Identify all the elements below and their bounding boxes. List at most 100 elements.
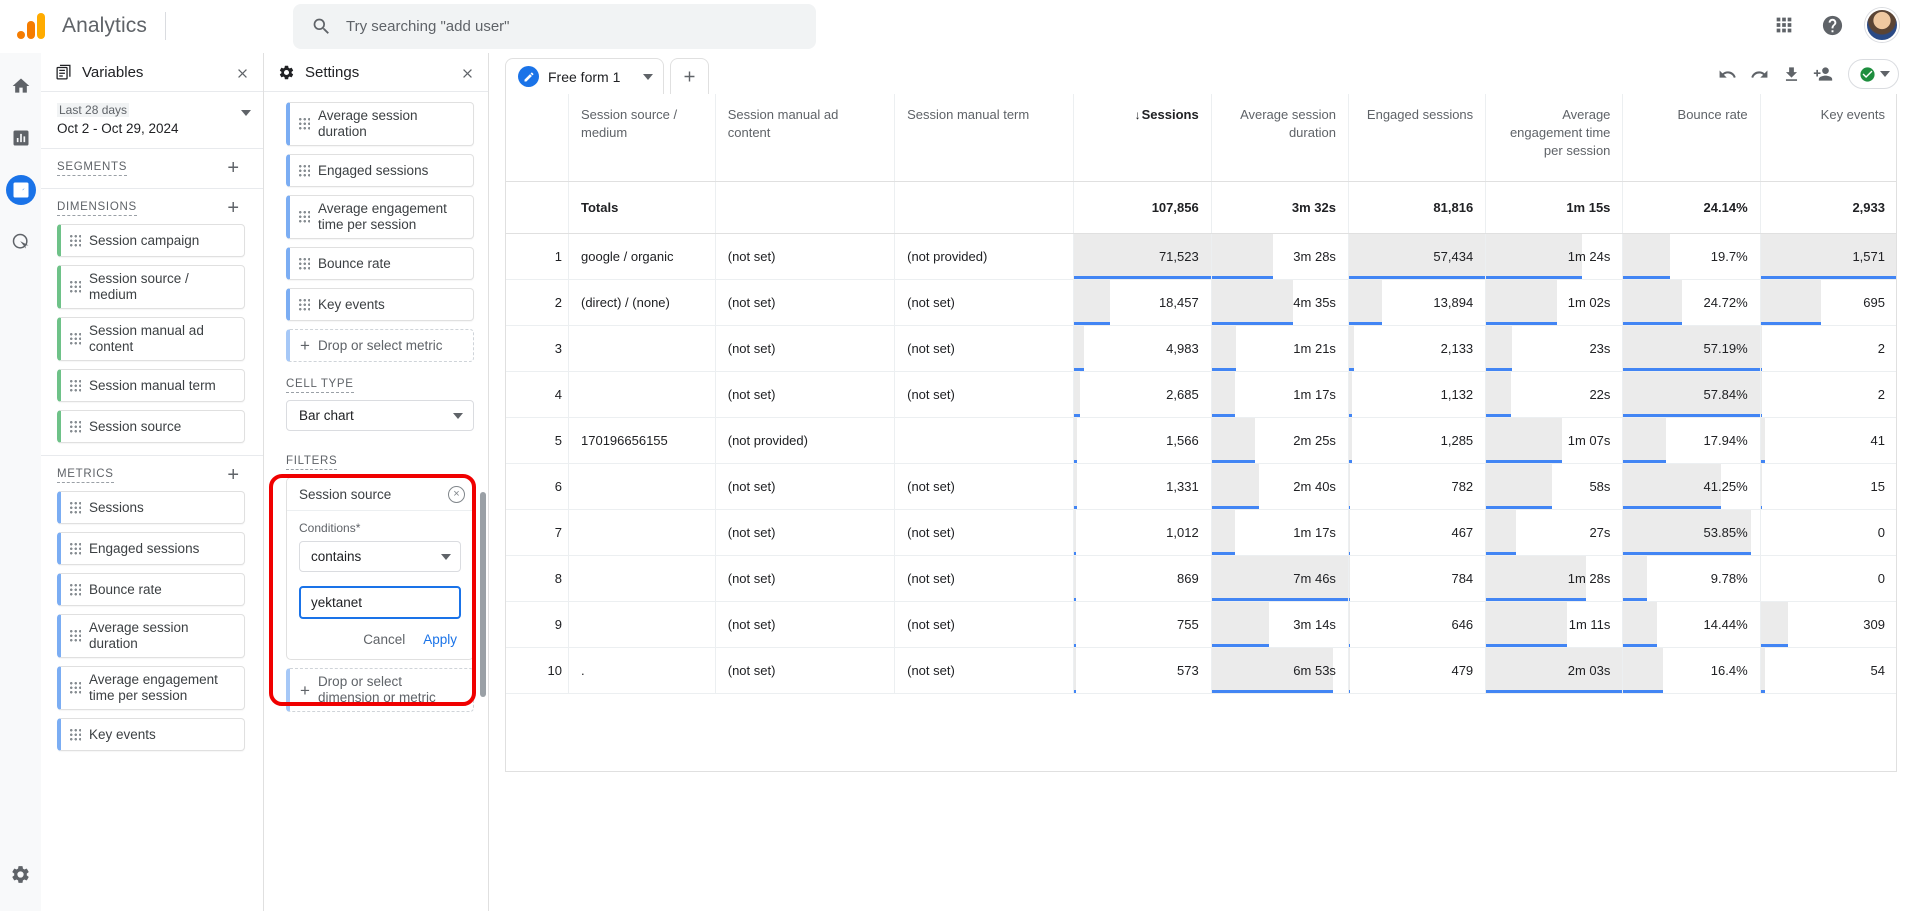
drag-handle-icon[interactable] (69, 629, 81, 643)
value-metric-chip[interactable]: Bounce rate (286, 247, 474, 280)
add-dimension-button[interactable]: + (227, 198, 239, 218)
chevron-down-icon[interactable] (241, 110, 251, 116)
drag-handle-icon[interactable] (69, 233, 81, 248)
table-row[interactable]: 1 google / organic (not set) (not provided)… (506, 233, 1896, 280)
help-circle-icon[interactable] (1811, 4, 1853, 46)
report-table-container[interactable]: Session source / medium Session manual a… (505, 94, 1897, 772)
dimension-chip[interactable]: Session manual term (57, 369, 245, 402)
drag-handle-icon[interactable] (69, 541, 81, 556)
cell-avg-engagement-time: 1m 07s (1485, 417, 1624, 464)
cancel-button[interactable]: Cancel (363, 632, 405, 647)
value-metric-chip[interactable]: Engaged sessions (286, 154, 474, 187)
drag-handle-icon[interactable] (69, 727, 81, 742)
undo-icon[interactable] (1712, 59, 1742, 89)
saved-status-badge[interactable] (1848, 59, 1899, 89)
filter-value-field[interactable] (299, 586, 461, 619)
drag-handle-icon[interactable] (69, 332, 81, 346)
table-row[interactable]: 9 (not set) (not set) 755 3m 14s 646 1m 11s 14.… (506, 601, 1896, 648)
table-row[interactable]: 3 (not set) (not set) 4,983 1m 21s 2,133 23s 57… (506, 325, 1896, 372)
col-header-sessions[interactable]: ↓Sessions (1073, 94, 1212, 182)
chevron-down-icon[interactable] (1880, 71, 1890, 77)
value-metric-chip[interactable]: Key events (286, 288, 474, 321)
col-header-bounce-rate[interactable]: Bounce rate (1622, 94, 1761, 182)
settings-scrollbar[interactable] (480, 492, 486, 697)
sidebar-item-reports[interactable] (6, 123, 36, 153)
table-row[interactable]: 5 170196656155 (not provided) 1,566 2m 25s 1,… (506, 417, 1896, 464)
table-row[interactable]: 6 (not set) (not set) 1,331 2m 40s 782 58s 41.2… (506, 463, 1896, 510)
dimension-chip[interactable]: Session source / medium (57, 265, 245, 309)
metric-chip[interactable]: Sessions (57, 491, 245, 524)
dimension-chip-label: Session campaign (89, 232, 200, 248)
apps-grid-icon[interactable] (1763, 4, 1805, 46)
value-metric-chip[interactable]: Average engagement time per session (286, 195, 474, 239)
drag-handle-icon[interactable] (69, 419, 81, 434)
metric-chip-label: Average session duration (89, 620, 189, 651)
metric-chip[interactable]: Key events (57, 718, 245, 751)
filters-title: FILTERS (286, 455, 338, 470)
table-row[interactable]: 4 (not set) (not set) 2,685 1m 17s 1,132 22s 57… (506, 371, 1896, 418)
drag-handle-icon[interactable] (298, 256, 310, 271)
filter-match-type-select[interactable]: contains (299, 541, 461, 572)
table-row[interactable]: 8 (not set) (not set) 869 7m 46s 784 1m 28s 9.7… (506, 555, 1896, 602)
download-icon[interactable] (1776, 59, 1806, 89)
close-icon[interactable] (231, 62, 253, 84)
drag-handle-icon[interactable] (298, 163, 310, 178)
col-header-average-session-duration[interactable]: Average session duration (1211, 94, 1349, 182)
redo-icon[interactable] (1744, 59, 1774, 89)
sidebar-item-home[interactable] (6, 71, 36, 101)
drag-handle-icon[interactable] (69, 378, 81, 393)
drop-or-select-metric-zone[interactable]: + Drop or select metric (286, 329, 474, 362)
sidebar-item-admin[interactable] (6, 859, 36, 889)
user-avatar[interactable] (1865, 8, 1899, 42)
drop-or-select-dimension-or-metric-zone[interactable]: + Drop or select dimension or metric (286, 668, 474, 712)
metric-chip[interactable]: Engaged sessions (57, 532, 245, 565)
add-metric-button[interactable]: + (227, 465, 239, 485)
dimension-chip[interactable]: Session campaign (57, 224, 245, 257)
value-metric-chip[interactable]: Average session duration (286, 102, 474, 146)
table-row[interactable]: 7 (not set) (not set) 1,012 1m 17s 467 27s 53.8… (506, 509, 1896, 556)
table-row[interactable]: 2 (direct) / (none) (not set) (not set) 18,4… (506, 279, 1896, 326)
drag-handle-icon[interactable] (69, 681, 81, 695)
col-header-session-source-medium[interactable]: Session source / medium (568, 94, 716, 182)
col-header-engaged-sessions[interactable]: Engaged sessions (1348, 94, 1487, 182)
cell-value: 16.4% (1710, 662, 1748, 678)
filter-dimension-row[interactable]: Session source × (287, 478, 473, 511)
values-chip-list: Average session duration Engaged session… (286, 102, 474, 321)
cell-value: 2 (1877, 386, 1885, 402)
close-icon[interactable] (456, 62, 478, 84)
dimension-chip-label: Session manual term (89, 377, 216, 393)
drag-handle-icon[interactable] (298, 210, 310, 224)
add-tab-button[interactable] (670, 58, 710, 94)
dimension-chip[interactable]: Session manual ad content (57, 317, 245, 361)
apply-button[interactable]: Apply (423, 632, 457, 647)
chevron-down-icon[interactable] (643, 73, 654, 80)
col-header-key-events[interactable]: Key events (1760, 94, 1896, 182)
cell-bar-fill (1074, 417, 1078, 463)
sidebar-item-advertising[interactable] (6, 227, 36, 257)
col-header-session-manual-term[interactable]: Session manual term (894, 94, 1075, 182)
filter-value-input[interactable] (311, 595, 449, 610)
cell-type-select[interactable]: Bar chart (286, 400, 474, 431)
metric-chip[interactable]: Average session duration (57, 614, 245, 658)
clear-circle-icon[interactable]: × (448, 485, 465, 503)
drag-handle-icon[interactable] (298, 297, 310, 312)
global-search[interactable] (293, 4, 816, 49)
drag-handle-icon[interactable] (69, 500, 81, 515)
dimension-chip[interactable]: Session source (57, 410, 245, 443)
table-row[interactable]: 10. (not set) (not set) 573 6m 53s 479 2m 03s 1… (506, 647, 1896, 694)
metric-chip[interactable]: Bounce rate (57, 573, 245, 606)
cell-bar-underline (1348, 644, 1351, 647)
cell-key-events: 0 (1760, 555, 1896, 602)
share-user-icon[interactable] (1808, 59, 1838, 89)
col-header-average-engagement-time[interactable]: Average engagement time per session (1485, 94, 1624, 182)
date-range-selector[interactable]: Last 28 days Oct 2 - Oct 29, 2024 (41, 92, 263, 149)
search-input[interactable] (346, 18, 776, 35)
add-segment-button[interactable]: + (227, 158, 239, 178)
sidebar-item-explore[interactable] (5, 175, 36, 205)
tab-free-form-1[interactable]: Free form 1 (505, 58, 665, 94)
drag-handle-icon[interactable] (69, 582, 81, 597)
drag-handle-icon[interactable] (69, 280, 81, 294)
drag-handle-icon[interactable] (298, 117, 310, 131)
col-header-session-manual-ad-content[interactable]: Session manual ad content (715, 94, 896, 182)
metric-chip[interactable]: Average engagement time per session (57, 666, 245, 710)
